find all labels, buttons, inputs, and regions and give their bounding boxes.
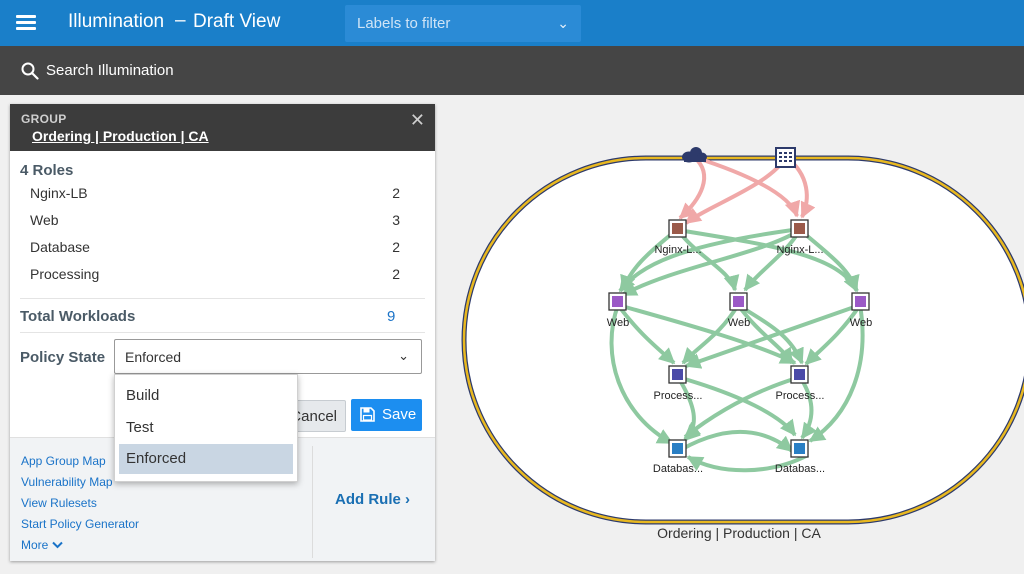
view-title: Draft View xyxy=(193,11,281,32)
dropdown-option-build[interactable]: Build xyxy=(119,381,293,411)
labels-filter-placeholder: Labels to filter xyxy=(357,15,451,32)
search-label: Search Illumination xyxy=(46,62,174,79)
role-name: Web xyxy=(30,212,59,228)
node-label: Process... xyxy=(776,390,825,402)
role-row: Database 2 xyxy=(30,239,400,255)
role-row: Nginx-LB 2 xyxy=(30,185,400,201)
option-label: Build xyxy=(126,387,160,404)
more-label: More xyxy=(21,538,49,552)
chevron-right-icon: › xyxy=(405,491,411,508)
app-title: Illumination xyxy=(68,11,165,32)
group-graph[interactable]: Nginx-L... Nginx-L... Web Web Web Proces… xyxy=(440,95,1024,574)
ip-list-icon[interactable] xyxy=(775,147,796,168)
policy-state-value: Enforced xyxy=(125,349,182,365)
node-label: Databas... xyxy=(775,463,825,475)
node-label: Nginx-L... xyxy=(776,244,823,256)
role-count: 3 xyxy=(392,212,400,228)
total-workloads-value: 9 xyxy=(387,308,396,325)
role-name: Processing xyxy=(30,266,100,282)
group-caption[interactable]: Ordering | Production | CA xyxy=(440,525,1024,541)
save-disk-icon xyxy=(360,407,375,422)
total-workloads-label: Total Workloads xyxy=(20,308,136,325)
role-count: 2 xyxy=(392,266,400,282)
node-label: Process... xyxy=(654,390,703,402)
group-boundary-outer xyxy=(461,155,1024,525)
search-bar[interactable]: Search Illumination xyxy=(0,46,1024,95)
chevron-down-icon: ⌄ xyxy=(398,348,409,363)
app-group-map-link[interactable]: App Group Map xyxy=(21,454,106,468)
hamburger-menu-icon[interactable] xyxy=(15,12,37,34)
role-name: Nginx-LB xyxy=(30,185,88,201)
dropdown-option-test[interactable]: Test xyxy=(119,413,293,443)
dropdown-option-enforced[interactable]: Enforced xyxy=(119,444,293,474)
role-count: 2 xyxy=(392,239,400,255)
node-label: Web xyxy=(728,317,750,329)
chevron-down-icon xyxy=(52,541,64,549)
node-label: Web xyxy=(607,317,629,329)
group-detail-panel: GROUP Ordering | Production | CA ✕ 4 Rol… xyxy=(10,104,435,561)
add-rule-label: Add Rule xyxy=(335,491,401,508)
close-icon[interactable]: ✕ xyxy=(410,110,425,131)
node-label: Web xyxy=(850,317,872,329)
title-separator: – xyxy=(175,10,186,31)
top-bar: Illumination – Draft View Labels to filt… xyxy=(0,0,1024,46)
option-label: Enforced xyxy=(126,450,187,467)
role-count: 2 xyxy=(392,185,400,201)
labels-filter-select[interactable]: Labels to filter ⌄ xyxy=(345,5,581,42)
node-label: Nginx-L... xyxy=(654,244,701,256)
role-row: Processing 2 xyxy=(30,266,400,282)
add-rule-button[interactable]: Add Rule › xyxy=(335,491,410,508)
start-policy-generator-link[interactable]: Start Policy Generator xyxy=(21,517,139,531)
panel-header: GROUP Ordering | Production | CA ✕ xyxy=(10,104,435,151)
divider xyxy=(20,298,425,299)
save-label: Save xyxy=(382,406,417,423)
save-button[interactable]: Save xyxy=(351,399,422,431)
node-label: Databas... xyxy=(653,463,703,475)
role-name: Database xyxy=(30,239,90,255)
divider xyxy=(20,332,425,333)
illumination-map[interactable]: Nginx-L... Nginx-L... Web Web Web Proces… xyxy=(440,95,1024,574)
view-rulesets-link[interactable]: View Rulesets xyxy=(21,496,97,510)
policy-state-select[interactable]: Enforced ⌄ xyxy=(114,339,422,374)
chevron-down-icon: ⌄ xyxy=(557,15,569,31)
search-icon xyxy=(21,62,39,80)
role-row: Web 3 xyxy=(30,212,400,228)
internet-cloud-icon[interactable] xyxy=(682,147,707,163)
option-label: Test xyxy=(126,419,154,436)
roles-title: 4 Roles xyxy=(20,162,74,179)
footer-divider xyxy=(312,446,313,558)
vulnerability-map-link[interactable]: Vulnerability Map xyxy=(21,475,113,489)
panel-kicker: GROUP xyxy=(21,112,67,126)
policy-state-dropdown: Build Test Enforced xyxy=(114,374,298,482)
group-name-link[interactable]: Ordering | Production | CA xyxy=(32,128,209,144)
more-link[interactable]: More xyxy=(21,538,64,552)
policy-state-label: Policy State xyxy=(20,349,106,366)
